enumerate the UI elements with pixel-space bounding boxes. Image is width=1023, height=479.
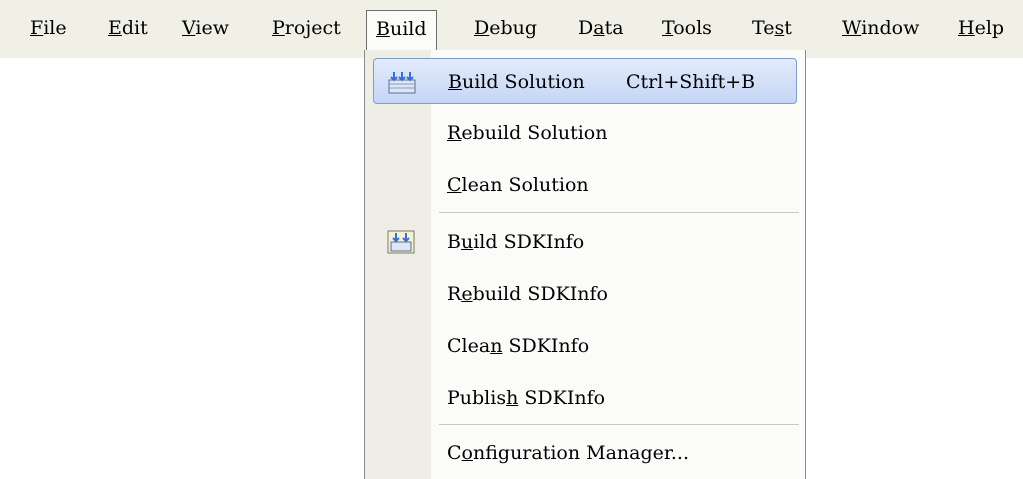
menu-entry-configuration-manager[interactable]: Configuration Manager... bbox=[373, 430, 797, 476]
rebuild-sdkinfo-text: build SDKInfo bbox=[472, 283, 608, 305]
menu-help-label: elp bbox=[974, 17, 1005, 39]
rebuild-solution-mnemonic: R bbox=[447, 122, 462, 144]
build-sdkinfo-prefix: B bbox=[447, 231, 461, 253]
clean-solution-label: Clean Solution bbox=[447, 162, 589, 208]
build-sdkinfo-label: Build SDKInfo bbox=[447, 219, 584, 265]
menu-window-mnemonic: W bbox=[842, 17, 862, 39]
publish-sdkinfo-text: SDKInfo bbox=[518, 387, 606, 409]
rebuild-solution-text: ebuild Solution bbox=[461, 122, 608, 144]
menu-entry-build-solution[interactable]: Build Solution Ctrl+Shift+B bbox=[373, 58, 797, 104]
menu-edit-mnemonic: E bbox=[108, 17, 122, 39]
menu-help-mnemonic: H bbox=[958, 17, 975, 39]
menu-build-label: uild bbox=[389, 18, 427, 40]
menu-project-mnemonic: P bbox=[272, 17, 285, 39]
menu-data-mnemonic: a bbox=[593, 17, 605, 39]
menu-project[interactable]: Project bbox=[264, 10, 349, 46]
rebuild-sdkinfo-prefix: R bbox=[447, 283, 462, 305]
menu-entry-clean-solution[interactable]: Clean Solution bbox=[373, 162, 797, 208]
clean-solution-mnemonic: C bbox=[447, 174, 462, 196]
menu-file-label: ile bbox=[43, 17, 67, 39]
clean-sdkinfo-label: Clean SDKInfo bbox=[447, 323, 589, 369]
menu-test-mnemonic: s bbox=[774, 17, 785, 39]
menu-separator bbox=[439, 212, 799, 213]
menu-tools-label: ools bbox=[673, 17, 712, 39]
configuration-manager-text: nfiguration Manager... bbox=[473, 442, 690, 464]
menu-debug[interactable]: Debug bbox=[466, 10, 545, 46]
clean-solution-text: lean Solution bbox=[461, 174, 589, 196]
menu-window[interactable]: Window bbox=[834, 10, 927, 46]
menu-edit-label: dit bbox=[121, 17, 148, 39]
menu-test[interactable]: Test bbox=[744, 10, 800, 46]
build-sdkinfo-mnemonic: u bbox=[460, 231, 474, 253]
menu-debug-mnemonic: D bbox=[474, 17, 490, 39]
menu-tools[interactable]: Tools bbox=[654, 10, 720, 46]
menu-view[interactable]: View bbox=[174, 10, 237, 46]
menu-entry-clean-sdkinfo[interactable]: Clean SDKInfo bbox=[373, 323, 797, 369]
menu-separator bbox=[439, 424, 799, 425]
build-project-icon bbox=[387, 230, 415, 254]
menu-debug-label: ebug bbox=[489, 17, 538, 39]
menu-tools-mnemonic: T bbox=[662, 17, 674, 39]
menu-data-label: ta bbox=[604, 17, 624, 39]
build-solution-shortcut: Ctrl+Shift+B bbox=[626, 71, 756, 93]
publish-sdkinfo-mnemonic: h bbox=[506, 387, 519, 409]
menu-entry-build-sdkinfo[interactable]: Build SDKInfo bbox=[373, 219, 797, 265]
build-dropdown-menu: Build Solution Ctrl+Shift+B Rebuild Solu… bbox=[364, 50, 806, 479]
build-solution-text: uild Solution bbox=[461, 71, 585, 93]
menu-data[interactable]: Data bbox=[570, 10, 632, 46]
menu-build[interactable]: Build bbox=[366, 10, 437, 50]
menu-edit[interactable]: Edit bbox=[100, 10, 156, 46]
menu-test-prefix: Te bbox=[752, 17, 775, 39]
rebuild-sdkinfo-mnemonic: e bbox=[461, 283, 473, 305]
clean-sdkinfo-mnemonic: n bbox=[490, 335, 503, 357]
menu-view-label: iew bbox=[195, 17, 229, 39]
menu-entry-rebuild-solution[interactable]: Rebuild Solution bbox=[373, 110, 797, 156]
build-solution-mnemonic: B bbox=[448, 71, 462, 93]
menu-entry-rebuild-sdkinfo[interactable]: Rebuild SDKInfo bbox=[373, 271, 797, 317]
configuration-manager-mnemonic: o bbox=[461, 442, 473, 464]
menu-window-label: indow bbox=[861, 17, 920, 39]
clean-sdkinfo-prefix: Clea bbox=[447, 335, 491, 357]
configuration-manager-label: Configuration Manager... bbox=[447, 430, 689, 476]
rebuild-sdkinfo-label: Rebuild SDKInfo bbox=[447, 271, 608, 317]
menu-file-mnemonic: F bbox=[30, 17, 44, 39]
build-solution-icon bbox=[388, 70, 416, 94]
rebuild-solution-label: Rebuild Solution bbox=[447, 110, 607, 156]
publish-sdkinfo-label: Publish SDKInfo bbox=[447, 375, 605, 421]
menu-build-mnemonic: B bbox=[376, 18, 390, 40]
menu-entry-publish-sdkinfo[interactable]: Publish SDKInfo bbox=[373, 375, 797, 421]
menu-help[interactable]: Help bbox=[950, 10, 1012, 46]
menu-test-label: t bbox=[784, 17, 792, 39]
menu-view-mnemonic: V bbox=[182, 17, 196, 39]
menu-file[interactable]: File bbox=[22, 10, 75, 46]
build-solution-label: Build Solution bbox=[448, 59, 585, 105]
clean-sdkinfo-text: SDKInfo bbox=[502, 335, 590, 357]
publish-sdkinfo-prefix: Publis bbox=[447, 387, 507, 409]
menu-data-prefix: D bbox=[578, 17, 594, 39]
configuration-manager-prefix: C bbox=[447, 442, 462, 464]
menu-project-label: roject bbox=[284, 17, 341, 39]
build-sdkinfo-text: ild SDKInfo bbox=[473, 231, 585, 253]
